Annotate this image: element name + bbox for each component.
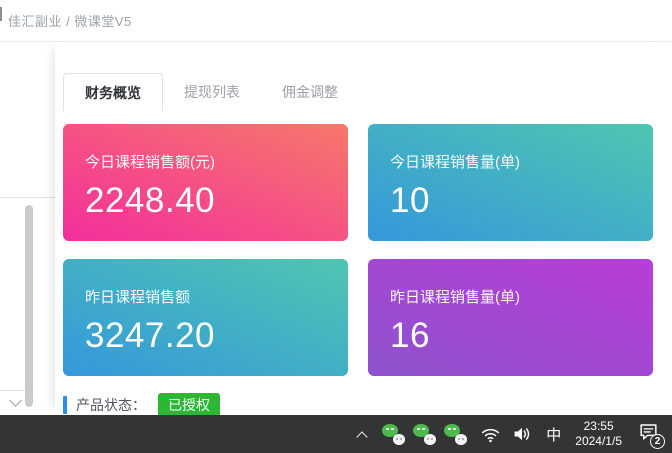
windows-taskbar: 中 23:55 2024/1/5 2 <box>0 415 672 453</box>
wechat-icon[interactable] <box>444 424 467 445</box>
status-accent-bar <box>63 396 67 414</box>
taskbar-clock[interactable]: 23:55 2024/1/5 <box>575 419 622 449</box>
stat-card-grid: 今日课程销售额(元) 2248.40 今日课程销售量(单) 10 昨日课程销售额… <box>63 124 672 376</box>
volume-icon[interactable] <box>512 425 532 443</box>
stat-card-yesterday-sales-count: 昨日课程销售量(单) 16 <box>368 259 653 376</box>
screen: 佳汇副业 / 微课堂V5 财务概览 提现列表 佣金调整 今日课程销售额(元) 2… <box>0 0 672 453</box>
stat-card-yesterday-sales-amount: 昨日课程销售额 3247.20 <box>63 259 348 376</box>
stat-card-today-sales-amount: 今日课程销售额(元) 2248.40 <box>63 124 348 241</box>
stat-card-value: 3247.20 <box>85 316 348 356</box>
taskbar-date: 2024/1/5 <box>575 434 622 449</box>
background-scrollbar-thumb[interactable] <box>25 205 33 407</box>
breadcrumb: 佳汇副业 / 微课堂V5 <box>8 11 132 30</box>
stat-card-value: 10 <box>390 181 653 221</box>
authorized-status-badge: 已授权 <box>158 393 220 417</box>
taskbar-time: 23:55 <box>575 419 622 434</box>
tab-commission-adjust[interactable]: 佣金调整 <box>261 73 359 111</box>
header-bar: 佳汇副业 / 微课堂V5 <box>0 0 672 42</box>
stat-card-label: 今日课程销售额(元) <box>85 151 348 172</box>
wechat-icon[interactable] <box>413 424 436 445</box>
system-tray: 中 23:55 2024/1/5 2 <box>358 415 672 453</box>
stat-card-value: 2248.40 <box>85 181 348 221</box>
wechat-bubble <box>424 434 436 445</box>
stat-card-label: 今日课程销售量(单) <box>390 151 653 172</box>
chevron-down-icon <box>10 396 20 406</box>
product-status-row: 产品状态： 已授权 <box>63 393 672 417</box>
chevron-up-icon[interactable] <box>358 431 368 441</box>
window-edge-artifact <box>0 7 2 21</box>
wechat-bubble <box>393 434 405 445</box>
notification-count-badge: 2 <box>650 434 665 449</box>
wechat-bubble <box>455 434 467 445</box>
action-center-icon[interactable]: 2 <box>638 422 659 446</box>
tab-finance-overview[interactable]: 财务概览 <box>63 73 163 111</box>
stat-card-value: 16 <box>390 316 653 356</box>
wifi-icon[interactable] <box>481 426 500 443</box>
stat-card-today-sales-count: 今日课程销售量(单) 10 <box>368 124 653 241</box>
wechat-icon[interactable] <box>382 424 405 445</box>
product-status-label: 产品状态： <box>76 395 146 415</box>
tab-bar: 财务概览 提现列表 佣金调整 <box>55 42 672 111</box>
tab-withdrawal-list[interactable]: 提现列表 <box>163 73 261 111</box>
background-divider <box>0 390 27 391</box>
background-divider <box>0 197 55 198</box>
stat-card-label: 昨日课程销售量(单) <box>390 286 653 307</box>
stat-card-label: 昨日课程销售额 <box>85 286 348 307</box>
main-panel: 财务概览 提现列表 佣金调整 今日课程销售额(元) 2248.40 今日课程销售… <box>55 42 672 415</box>
ime-language-indicator[interactable]: 中 <box>546 424 561 445</box>
